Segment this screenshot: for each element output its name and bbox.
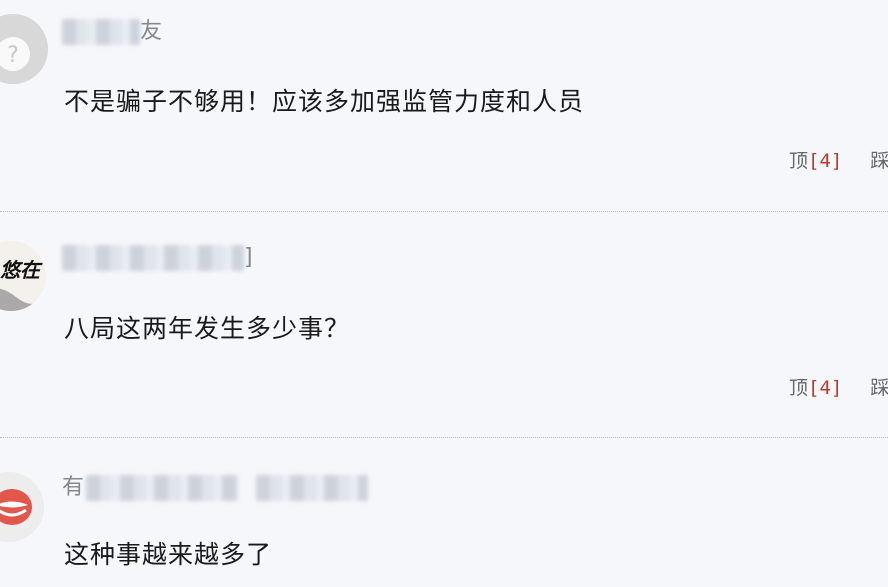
mouth-avatar-icon xyxy=(0,472,44,542)
redacted-author-name xyxy=(62,19,140,45)
downvote-button[interactable]: 踩 xyxy=(870,377,888,399)
upvote-count: [4] xyxy=(808,150,843,172)
comment-author[interactable]: 友 xyxy=(62,18,162,46)
comment-text: 这种事越来越多了 xyxy=(64,540,273,569)
svg-text:?: ? xyxy=(7,43,19,68)
default-avatar-icon: ? xyxy=(0,14,48,84)
comment-text: 不是骗子不够用！应该多加强监管力度和人员 xyxy=(64,87,585,116)
comment-text: 八局这两年发生多少事？ xyxy=(64,314,351,343)
comment-divider xyxy=(0,211,888,212)
comment-item: 有 这种事越来越多了 xyxy=(0,438,888,587)
redacted-author-name xyxy=(256,475,369,501)
comment-item: ? 友 不是骗子不够用！应该多加强监管力度和人员 顶[4] 踩 xyxy=(0,0,888,212)
avatar[interactable]: 悠在 xyxy=(0,241,46,311)
upvote-count: [4] xyxy=(808,377,843,399)
comment-item: 悠在 ] 八局这两年发生多少事？ 顶[4] 踩 xyxy=(0,213,888,437)
avatar[interactable] xyxy=(0,472,44,542)
redacted-author-name xyxy=(62,245,244,271)
upvote-button[interactable]: 顶[4] xyxy=(789,150,842,172)
redacted-author-name xyxy=(86,475,239,501)
author-name-suffix: ] xyxy=(244,245,253,270)
calligraphy-avatar-image: 悠在 xyxy=(0,241,46,311)
upvote-label: 顶 xyxy=(789,150,809,172)
upvote-button[interactable]: 顶[4] xyxy=(789,377,842,399)
comment-actions: 顶[4] 踩 xyxy=(789,373,888,400)
downvote-button[interactable]: 踩 xyxy=(870,150,888,172)
avatar-text: 悠在 xyxy=(0,258,43,282)
avatar[interactable]: ? xyxy=(0,14,48,84)
upvote-label: 顶 xyxy=(789,377,809,399)
comment-author[interactable]: ] xyxy=(62,244,253,272)
author-name-suffix: 友 xyxy=(140,19,163,44)
author-name-prefix: 有 xyxy=(62,475,85,500)
comment-author[interactable]: 有 xyxy=(62,474,369,502)
comment-actions: 顶[4] 踩 xyxy=(789,146,888,173)
